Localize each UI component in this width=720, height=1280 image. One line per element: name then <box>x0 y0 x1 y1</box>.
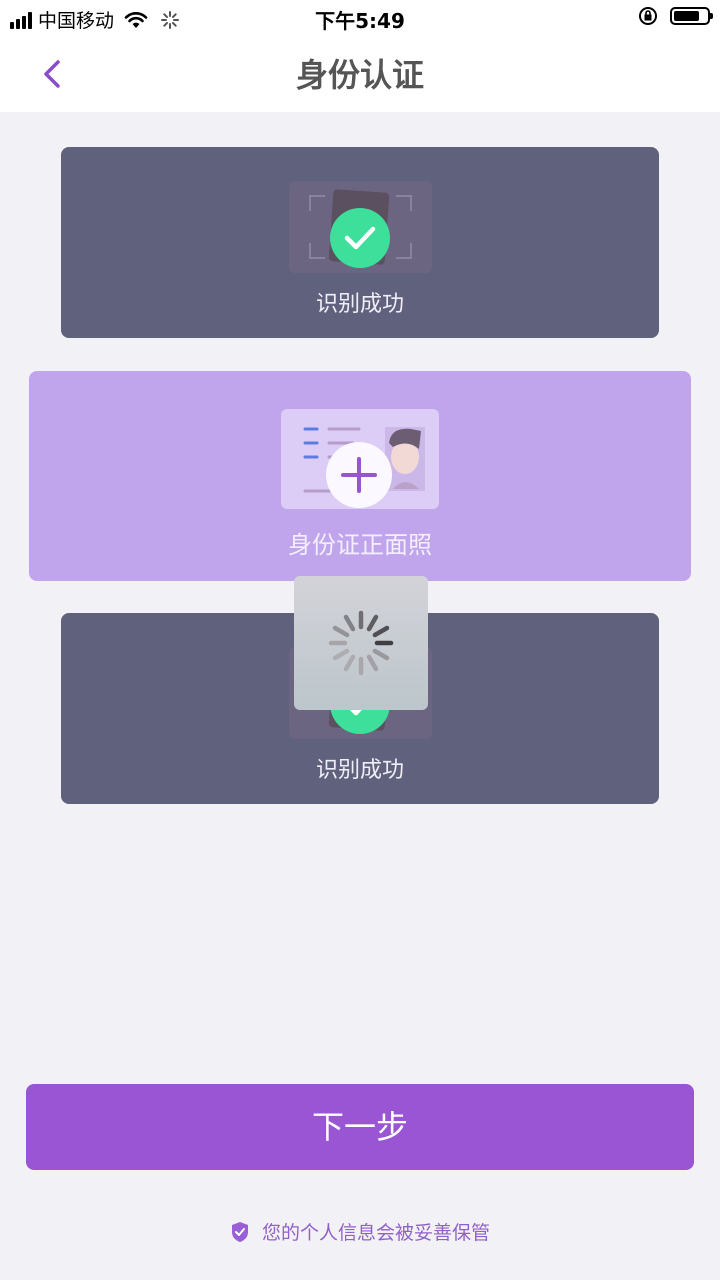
rotation-lock-icon <box>639 7 657 25</box>
card-status-label: 识别成功 <box>315 758 404 783</box>
spinner-icon <box>328 610 394 676</box>
loading-overlay <box>294 576 428 710</box>
shield-check-icon <box>231 1221 248 1242</box>
card-status-label: 识别成功 <box>315 292 404 317</box>
plus-icon[interactable] <box>325 441 393 509</box>
page-title: 身份认证 <box>295 56 424 94</box>
nav-bar: 身份认证 <box>0 36 720 112</box>
status-time: 下午5:49 <box>315 9 405 33</box>
next-step-button[interactable]: 下一步 <box>26 1084 694 1170</box>
card-upload-label: 身份证正面照 <box>288 531 432 559</box>
id-front-photo-card[interactable]: 身份证正面照 <box>29 371 691 581</box>
status-right <box>638 6 713 26</box>
check-circle-icon <box>330 208 390 268</box>
battery-icon <box>670 7 713 25</box>
id-back-photo-card[interactable]: 识别成功 <box>61 147 659 338</box>
privacy-note: 您的个人信息会被妥善保管 <box>0 1218 720 1245</box>
status-bar: 中国移动 下午5:49 <box>0 0 720 36</box>
privacy-text: 您的个人信息会被妥善保管 <box>261 1222 490 1244</box>
